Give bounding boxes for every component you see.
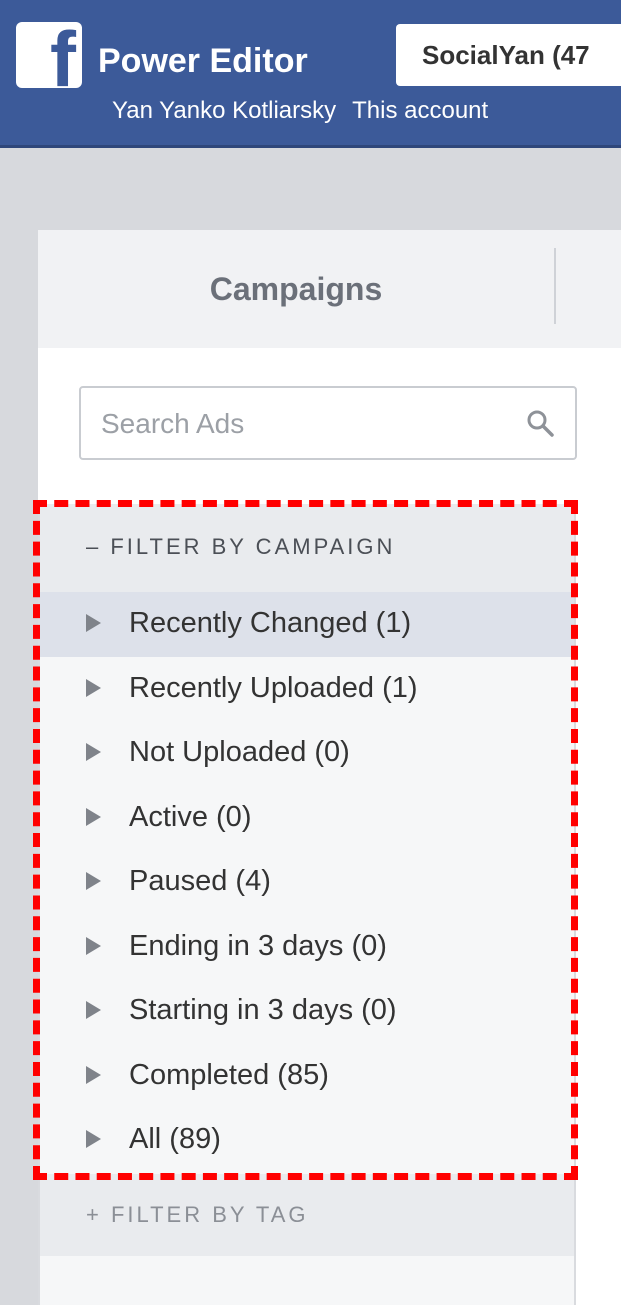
expand-arrow-icon[interactable] (86, 1065, 101, 1084)
expand-arrow-icon[interactable] (86, 807, 101, 826)
expand-arrow-icon[interactable] (86, 743, 101, 761)
filter-item-active[interactable]: Active (0) (40, 786, 574, 851)
filter-item-completed[interactable]: Completed (85) (40, 1044, 574, 1109)
filter-item-not-uploaded[interactable]: Not Uploaded (0) (40, 721, 574, 786)
filter-item-all[interactable]: All (89) (40, 1108, 574, 1173)
expand-arrow-icon[interactable] (86, 1130, 101, 1148)
filter-item-label: Ending in 3 days (0) (129, 929, 387, 962)
expand-arrow-icon[interactable] (86, 1001, 101, 1019)
tab-campaigns[interactable]: Campaigns (38, 230, 554, 348)
tab-bar: Campaigns (38, 230, 621, 348)
filter-item-recently-changed[interactable]: Recently Changed (1) (40, 592, 574, 657)
left-panel: Campaigns – FILTER BY CAMPAIGN Recently … (38, 230, 621, 1305)
filter-item-label: Active (0) (129, 800, 252, 833)
campaign-filter-list: Recently Changed (1) Recently Uploaded (… (40, 592, 574, 1173)
filter-item-recently-uploaded[interactable]: Recently Uploaded (1) (40, 657, 574, 722)
this-account-link[interactable]: This account (352, 99, 488, 123)
top-bar: f Power Editor Yan Yanko Kotliarsky This … (0, 0, 621, 148)
account-selector[interactable]: SocialYan (47 (396, 24, 621, 86)
expand-arrow-icon[interactable] (86, 678, 101, 697)
filter-item-label: Recently Changed (1) (129, 607, 412, 639)
search-icon[interactable] (525, 408, 555, 438)
search-input[interactable] (99, 400, 503, 448)
filter-item-label: Not Uploaded (0) (129, 736, 350, 768)
filter-item-label: All (89) (129, 1123, 221, 1155)
expand-arrow-icon[interactable] (86, 936, 101, 955)
tab-divider (554, 248, 556, 324)
facebook-logo-icon[interactable]: f (16, 22, 82, 88)
filter-by-tag-label: + FILTER BY TAG (86, 1202, 309, 1227)
filter-item-paused[interactable]: Paused (4) (40, 850, 574, 915)
filter-panel: – FILTER BY CAMPAIGN Recently Changed (1… (38, 504, 576, 1305)
filter-item-ending-in-3-days[interactable]: Ending in 3 days (0) (40, 915, 574, 980)
filter-item-label: Starting in 3 days (0) (129, 994, 397, 1026)
filter-item-label: Paused (4) (129, 865, 271, 897)
filter-item-label: Completed (85) (129, 1058, 329, 1091)
filter-item-label: Recently Uploaded (1) (129, 671, 418, 704)
filter-item-starting-in-3-days[interactable]: Starting in 3 days (0) (40, 979, 574, 1044)
user-name-link[interactable]: Yan Yanko Kotliarsky (112, 99, 336, 123)
filter-by-campaign-header[interactable]: – FILTER BY CAMPAIGN (40, 504, 574, 592)
user-links: Yan Yanko Kotliarsky This account (112, 99, 488, 123)
search-box[interactable] (79, 386, 577, 460)
filter-by-campaign-label: – FILTER BY CAMPAIGN (86, 534, 396, 559)
expand-arrow-icon[interactable] (86, 614, 101, 632)
expand-arrow-icon[interactable] (86, 872, 101, 890)
app-title: Power Editor (98, 42, 308, 80)
filter-by-tag-header[interactable]: + FILTER BY TAG (40, 1174, 574, 1256)
